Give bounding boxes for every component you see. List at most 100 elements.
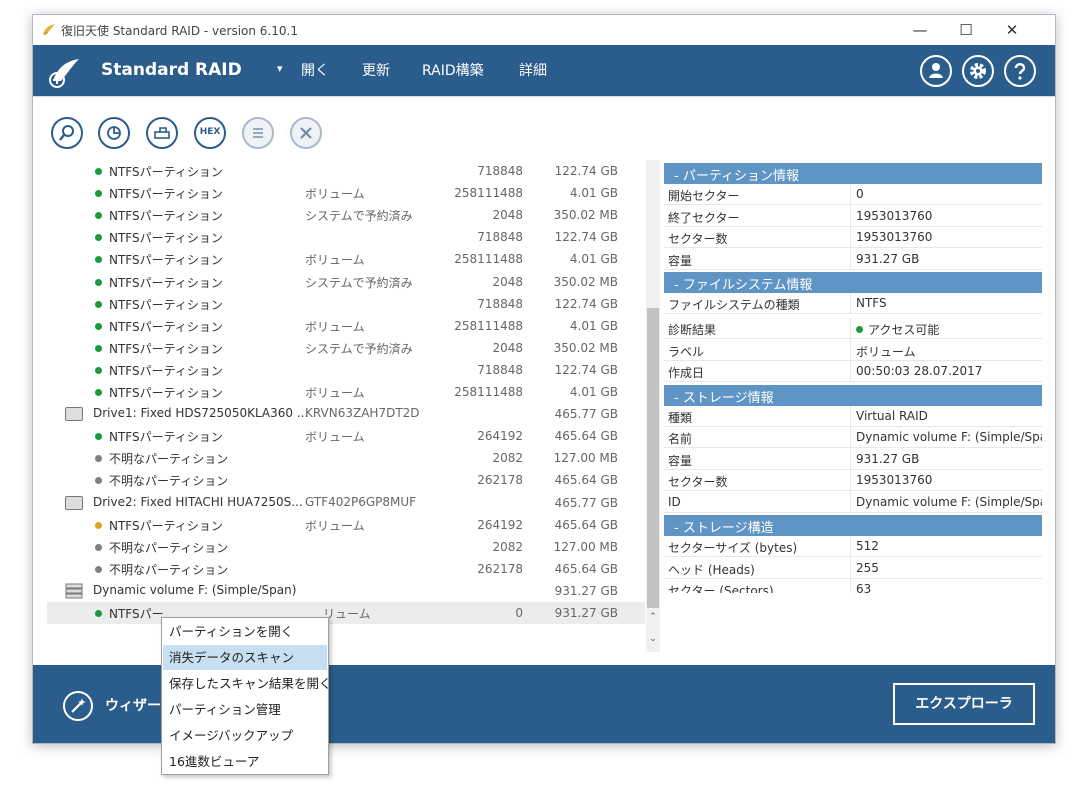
partition-row[interactable]: 不明なパーティション 262178 465.64 GB	[47, 469, 645, 491]
list-button[interactable]	[242, 117, 274, 149]
property-key: ヘッド (Heads)	[668, 562, 755, 577]
section-header[interactable]: - ストレージ情報	[664, 384, 1042, 406]
help-icon	[1014, 63, 1026, 80]
section-header[interactable]: - パーティション情報	[664, 163, 1042, 184]
partition-row[interactable]: NTFSパーティション 718848 122.74 GB	[47, 160, 645, 182]
start-sector: 718848	[477, 230, 523, 245]
menu-details[interactable]: 詳細	[519, 60, 547, 80]
angel-wing-icon	[43, 24, 55, 36]
gear-icon	[970, 63, 986, 79]
partition-row[interactable]: NTFSパーティション ボリューム 264192 465.64 GB	[47, 514, 645, 536]
property-value-text: 1953013760	[856, 230, 933, 244]
context-menu-item[interactable]: 保存したスキャン結果を開く	[163, 671, 332, 696]
context-menu-item[interactable]: 16進数ビューア	[163, 749, 327, 774]
property-value: 63	[856, 582, 871, 593]
property-key: セクターサイズ (bytes)	[668, 541, 798, 555]
capacity: 4.01 GB	[569, 318, 618, 333]
property-row: セクターサイズ (bytes) 512	[664, 536, 1042, 557]
menu-open[interactable]: 開く	[301, 60, 329, 80]
partition-row[interactable]: 不明なパーティション 2082 127.00 MB	[47, 447, 645, 469]
status-dot-icon	[95, 300, 102, 308]
property-value: ボリューム	[856, 343, 916, 360]
partition-row[interactable]: NTFSパーティション システムで予約済み 2048 350.02 MB	[47, 204, 645, 226]
column-divider	[850, 293, 851, 314]
partition-row[interactable]: NTFSパーティション ボリューム 258111488 4.01 GB	[47, 315, 645, 337]
column-divider	[850, 470, 851, 491]
minimize-button[interactable]: —	[897, 15, 943, 45]
properties-panel: - パーティション情報 開始セクター 0 終了セクター 1953013760 セクター数 1…	[664, 163, 1042, 593]
drive-scan-button[interactable]	[146, 117, 178, 149]
close-window-button[interactable]: ✕	[989, 15, 1035, 45]
volume-row[interactable]: Dynamic volume F: (Simple/Span) 931.27 GB	[47, 580, 645, 602]
partition-row[interactable]: 不明なパーティション 2082 127.00 MB	[47, 536, 645, 558]
menu-raid-build[interactable]: RAID構築	[422, 60, 484, 80]
wizard-label[interactable]: ウィザー	[105, 695, 161, 715]
partition-row[interactable]: NTFSパーティション システムで予約済み 2048 350.02 MB	[47, 271, 645, 293]
context-menu-item[interactable]: パーティション管理	[163, 697, 327, 722]
menu-dropdown-icon[interactable]: ▾	[277, 62, 283, 75]
column-divider	[850, 318, 851, 339]
property-value-text: Dynamic volume F: (Simple/Span)	[856, 430, 1042, 444]
account-button[interactable]	[920, 55, 952, 87]
start-sector: 258111488	[454, 252, 523, 267]
section-header[interactable]: - ストレージ構造	[664, 515, 1042, 536]
scroll-down-icon[interactable]: ⌄	[646, 634, 660, 644]
context-menu-item[interactable]: 消失データのスキャン	[163, 645, 327, 670]
start-sector: 0	[515, 606, 523, 620]
explorer-button[interactable]: エクスプローラ	[893, 683, 1035, 725]
partition-row[interactable]: 不明なパーティション 262178 465.64 GB	[47, 558, 645, 580]
drive-row[interactable]: Drive2: Fixed HITACHI HUA7250S... GTF402P…	[47, 492, 645, 514]
tree-scrollbar[interactable]: ⌃ ⌄	[646, 160, 660, 652]
capacity: 350.02 MB	[553, 340, 618, 355]
title-bar: 復旧天使 Standard RAID - version 6.10.1 — ☐ …	[33, 15, 1055, 45]
property-value: 1953013760	[856, 230, 932, 244]
context-menu-item[interactable]: パーティションを開く	[163, 619, 327, 644]
capacity: 4.01 GB	[569, 186, 618, 201]
capacity: 122.74 GB	[554, 164, 618, 178]
wizard-button[interactable]	[63, 691, 93, 721]
partition-row[interactable]: NTFSパー リューム 0 931.27 GB	[47, 602, 645, 624]
partition-name: 不明なパーティション	[109, 452, 229, 467]
property-key: 開始セクター	[668, 189, 740, 203]
hex-view-button[interactable]: HEX	[194, 117, 226, 149]
volume-label: ボリューム	[305, 430, 365, 445]
drive-tree: NTFSパーティション 718848 122.74 GB NTFSパーティション ボリュ…	[47, 160, 660, 652]
property-key: 終了セクター	[668, 210, 740, 225]
property-row: 種類 Virtual RAID	[664, 405, 1042, 427]
logo-wing-icon	[49, 59, 79, 88]
drive-row[interactable]: Drive1: Fixed HDS725050KLA360 ... KRVN63Z…	[47, 403, 645, 425]
partition-row[interactable]: NTFSパーティション ボリューム 258111488 4.01 GB	[47, 248, 645, 270]
capacity: 465.64 GB	[554, 473, 618, 488]
property-value: Virtual RAID	[856, 409, 928, 423]
maximize-button[interactable]: ☐	[943, 15, 989, 45]
status-dot-icon	[95, 543, 102, 551]
partition-row[interactable]: NTFSパーティション ボリューム 264192 465.64 GB	[47, 425, 645, 447]
search-button[interactable]	[51, 117, 83, 149]
partition-row[interactable]: NTFSパーティション ボリューム 258111488 4.01 GB	[47, 381, 645, 403]
partition-row[interactable]: NTFSパーティション ボリューム 258111488 4.01 GB	[47, 182, 645, 204]
partition-row[interactable]: NTFSパーティション 718848 122.74 GB	[47, 226, 645, 248]
start-sector: 264192	[477, 429, 523, 444]
capacity: 931.27 GB	[554, 583, 618, 598]
property-row: 開始セクター 0	[664, 184, 1042, 205]
context-menu-item[interactable]: イメージバックアップ	[163, 723, 327, 748]
close-tool-button[interactable]	[290, 117, 322, 149]
property-value-text: 63	[856, 582, 872, 593]
section-title: - ストレージ情報	[674, 390, 774, 406]
status-dot-icon	[95, 477, 102, 485]
scroll-up-icon[interactable]: ⌃	[646, 612, 660, 622]
settings-button[interactable]	[962, 55, 994, 87]
help-button[interactable]	[1004, 55, 1036, 87]
partition-row[interactable]: NTFSパーティション 718848 122.74 GB	[47, 293, 645, 315]
volume-label: リューム	[323, 607, 371, 621]
partition-row[interactable]: NTFSパーティション 718848 122.74 GB	[47, 359, 645, 381]
partition-row[interactable]: NTFSパーティション システムで予約済み 2048 350.02 MB	[47, 337, 645, 359]
menu-refresh[interactable]: 更新	[362, 60, 390, 80]
brand-name: Standard RAID	[101, 60, 242, 80]
drive-scan-icon	[154, 127, 170, 139]
section-header[interactable]: - ファイルシステム情報	[664, 272, 1042, 293]
status-dot-icon	[95, 455, 102, 463]
scrollbar-thumb[interactable]	[647, 308, 659, 608]
analysis-button[interactable]	[98, 117, 130, 149]
property-value-text: 931.27 GB	[856, 251, 920, 266]
